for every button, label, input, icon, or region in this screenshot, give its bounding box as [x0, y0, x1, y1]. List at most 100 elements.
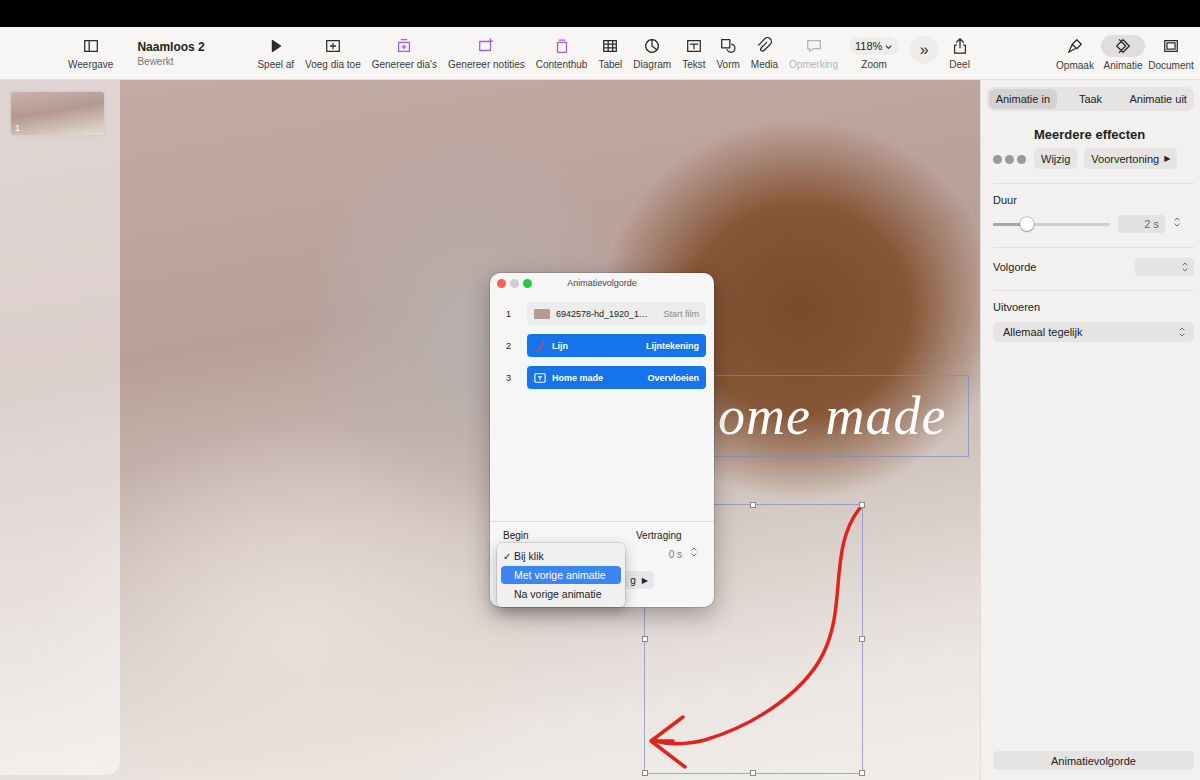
toolbar-button: Opmerking: [789, 37, 838, 70]
menu-label: Bij klik: [514, 550, 544, 562]
item-effect: Overvloeien: [647, 373, 699, 383]
item-name: Lijn: [552, 341, 640, 351]
toolbar-button[interactable]: Tabel: [598, 37, 622, 70]
zoom-select[interactable]: 118%: [849, 37, 899, 55]
delay-value: 0 s: [669, 549, 682, 560]
resize-handle[interactable]: [642, 636, 648, 642]
toolbar-icon: [719, 37, 737, 55]
toolbar-icon: [477, 37, 495, 55]
view-label: Weergave: [68, 59, 113, 70]
window-control[interactable]: [523, 279, 532, 288]
menu-label: Met vorige animatie: [514, 569, 606, 581]
toolbar-label: Tekst: [682, 59, 705, 70]
window-controls: [490, 279, 532, 288]
inspector-icon-pill: [1149, 35, 1193, 57]
order-select: [1135, 258, 1194, 276]
duration-field[interactable]: 2 s: [1118, 215, 1165, 233]
toolbar-icon: [324, 37, 342, 55]
toolbar-icon: [755, 37, 773, 55]
start-menu: ✓Bij klik Met vorige animatie Na vorige an…: [497, 543, 625, 607]
toolbar-button[interactable]: Genereer dia's: [372, 37, 437, 70]
duration-slider[interactable]: [993, 223, 1110, 226]
item-name: Home made: [552, 373, 641, 383]
duration-stepper[interactable]: [1173, 215, 1181, 233]
toolbar-button[interactable]: Tekst: [682, 37, 705, 70]
inspector-icon-pill: [1053, 35, 1097, 57]
tab[interactable]: Animatie uit: [1124, 89, 1192, 109]
delay-stepper[interactable]: [690, 545, 698, 563]
title-bar: Animatievolgorde: [490, 273, 714, 293]
toolbar-button[interactable]: Voeg dia toe: [305, 37, 361, 70]
check-mark: ✓: [501, 551, 514, 562]
timing-labels: BeginVertraging: [490, 522, 714, 541]
toolbar-icon: [601, 37, 619, 55]
toolbar-button[interactable]: Genereer notities: [448, 37, 525, 70]
toolbar-label: Diagram: [633, 59, 671, 70]
inspector-icon: [1066, 37, 1084, 55]
animation-row[interactable]: 2LijnLijntekening: [490, 334, 714, 357]
menu-bar: [0, 0, 1200, 27]
preview-button[interactable]: Voorvertoning ▶: [1084, 148, 1177, 169]
document-status: Bewerkt: [137, 56, 247, 67]
text-box-icon: [534, 372, 546, 384]
toolbar-icon: [805, 37, 823, 55]
effect-buttons: Wijzig Voorvertoning ▶: [1034, 148, 1177, 169]
effect-section: Meerdere effecten Wijzig Voorvertoning ▶: [993, 127, 1194, 169]
toolbar-icon: [395, 37, 413, 55]
toolbar-icon: [643, 37, 661, 55]
divider: [993, 290, 1194, 291]
toolbar-button[interactable]: Speel af: [257, 37, 294, 70]
overflow-button[interactable]: »: [910, 36, 938, 64]
menu-item[interactable]: Na vorige animatie: [501, 585, 621, 603]
menu-item[interactable]: Met vorige animatie: [501, 566, 621, 584]
delivery-select[interactable]: Allemaal tegelijk: [993, 322, 1194, 342]
edit-button[interactable]: Wijzig: [1034, 148, 1077, 169]
inspector-button[interactable]: Animatie: [1100, 35, 1146, 71]
duration-controls: 2 s: [993, 215, 1194, 233]
animation-item[interactable]: LijnLijntekening: [527, 334, 706, 357]
resize-handle[interactable]: [642, 770, 648, 776]
toolbar-icon: [553, 37, 571, 55]
slide-canvas[interactable]: ome made 1 Animatievolgorde 16942578-hd_192…: [0, 80, 980, 780]
view-button[interactable]: Weergave: [68, 37, 113, 70]
play-icon: ▶: [1164, 154, 1170, 163]
slide-thumbnail[interactable]: 1: [9, 90, 106, 137]
toolbar-label: Opmerking: [789, 59, 838, 70]
window-control[interactable]: [497, 279, 506, 288]
inspector-icon: [1114, 37, 1132, 55]
toolbar-button[interactable]: Contenthub: [536, 37, 588, 70]
resize-handle[interactable]: [859, 770, 865, 776]
duration-section: Duur2 s: [993, 194, 1194, 233]
menu-label: Na vorige animatie: [514, 588, 602, 600]
divider: [993, 247, 1194, 248]
animation-row[interactable]: 3Home madeOvervloeien: [490, 366, 714, 389]
tab[interactable]: Animatie in: [989, 89, 1057, 109]
toolbar-label: Media: [751, 59, 778, 70]
resize-handle[interactable]: [750, 502, 756, 508]
animation-order-button[interactable]: Animatievolgorde: [993, 751, 1194, 770]
resize-handle[interactable]: [859, 502, 865, 508]
animation-item[interactable]: 6942578-hd_1920_1…Start film: [527, 302, 706, 325]
toolbar-button[interactable]: »: [910, 36, 938, 70]
preview-label: Voorvertoning: [1091, 153, 1159, 165]
toolbar-button[interactable]: Deel: [949, 37, 970, 70]
inspector-button[interactable]: Document: [1148, 35, 1194, 71]
menu-item[interactable]: ✓Bij klik: [501, 547, 621, 565]
toolbar-button[interactable]: 118%Zoom: [849, 37, 899, 70]
row-number: 2: [490, 341, 527, 351]
delay-field[interactable]: 0 s: [641, 546, 687, 563]
effect-title: Meerdere effecten: [1034, 127, 1177, 142]
toolbar-label: Genereer notities: [448, 59, 525, 70]
resize-handle[interactable]: [859, 636, 865, 642]
animation-row[interactable]: 16942578-hd_1920_1…Start film: [490, 302, 714, 325]
toolbar-button[interactable]: Media: [751, 37, 778, 70]
toolbar-button[interactable]: Vorm: [716, 37, 739, 70]
slider-knob[interactable]: [1020, 217, 1034, 231]
inspector-button[interactable]: Opmaak: [1052, 35, 1098, 71]
toolbar-button[interactable]: Diagram: [633, 37, 671, 70]
tab[interactable]: Taak: [1057, 89, 1125, 109]
animation-item[interactable]: Home made Overvloeien: [527, 366, 706, 389]
resize-handle[interactable]: [750, 770, 756, 776]
stepper-icon: [690, 545, 698, 559]
title-text-box[interactable]: ome made: [712, 376, 968, 456]
